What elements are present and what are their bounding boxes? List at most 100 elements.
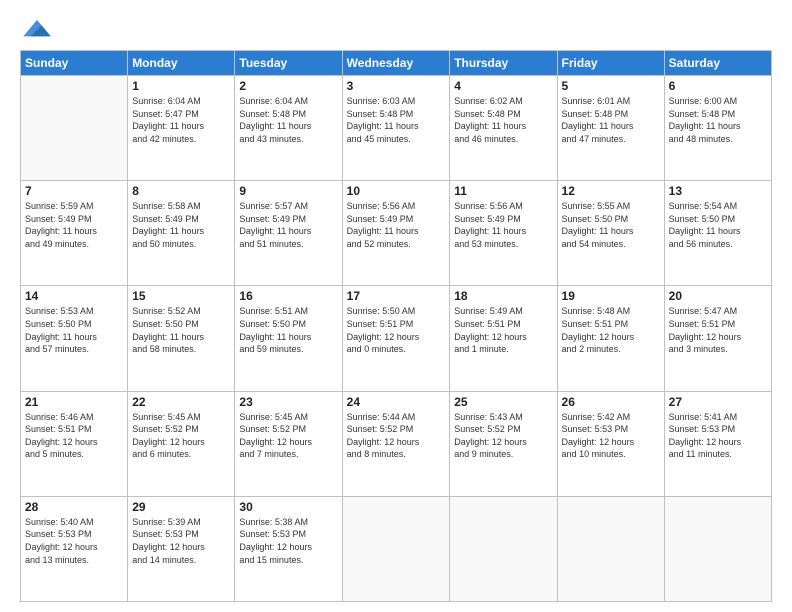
calendar-header: SundayMondayTuesdayWednesdayThursdayFrid…: [21, 51, 772, 76]
day-info: Sunrise: 6:01 AM Sunset: 5:48 PM Dayligh…: [562, 95, 660, 145]
calendar-cell: 1 Sunrise: 6:04 AM Sunset: 5:47 PM Daylig…: [128, 76, 235, 181]
day-info: Sunrise: 5:42 AM Sunset: 5:53 PM Dayligh…: [562, 411, 660, 461]
day-info: Sunrise: 5:58 AM Sunset: 5:49 PM Dayligh…: [132, 200, 230, 250]
day-info: Sunrise: 5:46 AM Sunset: 5:51 PM Dayligh…: [25, 411, 123, 461]
weekday-header-monday: Monday: [128, 51, 235, 76]
calendar-week-5: 28 Sunrise: 5:40 AM Sunset: 5:53 PM Dayli…: [21, 496, 772, 601]
day-number: 20: [669, 289, 767, 303]
day-info: Sunrise: 5:51 AM Sunset: 5:50 PM Dayligh…: [239, 305, 337, 355]
day-info: Sunrise: 5:49 AM Sunset: 5:51 PM Dayligh…: [454, 305, 552, 355]
day-info: Sunrise: 5:52 AM Sunset: 5:50 PM Dayligh…: [132, 305, 230, 355]
calendar-cell: 22 Sunrise: 5:45 AM Sunset: 5:52 PM Dayli…: [128, 391, 235, 496]
day-info: Sunrise: 5:45 AM Sunset: 5:52 PM Dayligh…: [239, 411, 337, 461]
calendar-cell: 24Sunrise: 5:44 AM Sunset: 5:52 PM Dayli…: [342, 391, 450, 496]
calendar-cell: 25 Sunrise: 5:43 AM Sunset: 5:52 PM Dayli…: [450, 391, 557, 496]
calendar-cell: [557, 496, 664, 601]
day-number: 4: [454, 79, 552, 93]
calendar-cell: 19Sunrise: 5:48 AM Sunset: 5:51 PM Dayli…: [557, 286, 664, 391]
day-number: 9: [239, 184, 337, 198]
day-info: Sunrise: 5:45 AM Sunset: 5:52 PM Dayligh…: [132, 411, 230, 461]
day-number: 1: [132, 79, 230, 93]
day-info: Sunrise: 5:39 AM Sunset: 5:53 PM Dayligh…: [132, 516, 230, 566]
calendar-week-1: 1 Sunrise: 6:04 AM Sunset: 5:47 PM Daylig…: [21, 76, 772, 181]
day-number: 10: [347, 184, 446, 198]
day-info: Sunrise: 5:53 AM Sunset: 5:50 PM Dayligh…: [25, 305, 123, 355]
day-number: 3: [347, 79, 446, 93]
calendar-body: 1 Sunrise: 6:04 AM Sunset: 5:47 PM Daylig…: [21, 76, 772, 602]
day-info: Sunrise: 6:00 AM Sunset: 5:48 PM Dayligh…: [669, 95, 767, 145]
weekday-row: SundayMondayTuesdayWednesdayThursdayFrid…: [21, 51, 772, 76]
calendar-cell: [664, 496, 771, 601]
day-number: 28: [25, 500, 123, 514]
weekday-header-friday: Friday: [557, 51, 664, 76]
day-number: 18: [454, 289, 552, 303]
day-info: Sunrise: 5:54 AM Sunset: 5:50 PM Dayligh…: [669, 200, 767, 250]
day-number: 6: [669, 79, 767, 93]
day-info: Sunrise: 6:04 AM Sunset: 5:47 PM Dayligh…: [132, 95, 230, 145]
calendar-cell: 28 Sunrise: 5:40 AM Sunset: 5:53 PM Dayli…: [21, 496, 128, 601]
calendar-cell: 8 Sunrise: 5:58 AM Sunset: 5:49 PM Daylig…: [128, 181, 235, 286]
calendar-cell: 16Sunrise: 5:51 AM Sunset: 5:50 PM Dayli…: [235, 286, 342, 391]
day-number: 29: [132, 500, 230, 514]
calendar-cell: 12 Sunrise: 5:55 AM Sunset: 5:50 PM Dayli…: [557, 181, 664, 286]
calendar-cell: 9 Sunrise: 5:57 AM Sunset: 5:49 PM Daylig…: [235, 181, 342, 286]
calendar-cell: 13 Sunrise: 5:54 AM Sunset: 5:50 PM Dayli…: [664, 181, 771, 286]
day-number: 11: [454, 184, 552, 198]
calendar-week-2: 7 Sunrise: 5:59 AM Sunset: 5:49 PM Daylig…: [21, 181, 772, 286]
calendar-cell: 21 Sunrise: 5:46 AM Sunset: 5:51 PM Dayli…: [21, 391, 128, 496]
day-number: 17: [347, 289, 446, 303]
day-number: 8: [132, 184, 230, 198]
day-info: Sunrise: 5:55 AM Sunset: 5:50 PM Dayligh…: [562, 200, 660, 250]
calendar-cell: 14 Sunrise: 5:53 AM Sunset: 5:50 PM Dayli…: [21, 286, 128, 391]
calendar-cell: 27 Sunrise: 5:41 AM Sunset: 5:53 PM Dayli…: [664, 391, 771, 496]
day-number: 23: [239, 395, 337, 409]
day-number: 22: [132, 395, 230, 409]
calendar-cell: 10 Sunrise: 5:56 AM Sunset: 5:49 PM Dayli…: [342, 181, 450, 286]
logo-icon: [23, 18, 51, 40]
calendar-cell: 7 Sunrise: 5:59 AM Sunset: 5:49 PM Daylig…: [21, 181, 128, 286]
calendar-cell: 4 Sunrise: 6:02 AM Sunset: 5:48 PM Daylig…: [450, 76, 557, 181]
weekday-header-tuesday: Tuesday: [235, 51, 342, 76]
calendar-cell: 5 Sunrise: 6:01 AM Sunset: 5:48 PM Daylig…: [557, 76, 664, 181]
logo: [20, 18, 51, 40]
day-info: Sunrise: 5:40 AM Sunset: 5:53 PM Dayligh…: [25, 516, 123, 566]
day-number: 25: [454, 395, 552, 409]
day-info: Sunrise: 5:56 AM Sunset: 5:49 PM Dayligh…: [347, 200, 446, 250]
calendar-cell: 23 Sunrise: 5:45 AM Sunset: 5:52 PM Dayli…: [235, 391, 342, 496]
day-number: 26: [562, 395, 660, 409]
day-number: 21: [25, 395, 123, 409]
day-number: 14: [25, 289, 123, 303]
header: [20, 18, 772, 40]
weekday-header-saturday: Saturday: [664, 51, 771, 76]
day-number: 7: [25, 184, 123, 198]
calendar-cell: 17 Sunrise: 5:50 AM Sunset: 5:51 PM Dayli…: [342, 286, 450, 391]
day-info: Sunrise: 5:43 AM Sunset: 5:52 PM Dayligh…: [454, 411, 552, 461]
calendar-cell: 6 Sunrise: 6:00 AM Sunset: 5:48 PM Daylig…: [664, 76, 771, 181]
calendar-cell: 26 Sunrise: 5:42 AM Sunset: 5:53 PM Dayli…: [557, 391, 664, 496]
weekday-header-sunday: Sunday: [21, 51, 128, 76]
calendar-cell: 30Sunrise: 5:38 AM Sunset: 5:53 PM Dayli…: [235, 496, 342, 601]
calendar-cell: 3Sunrise: 6:03 AM Sunset: 5:48 PM Daylig…: [342, 76, 450, 181]
day-info: Sunrise: 5:47 AM Sunset: 5:51 PM Dayligh…: [669, 305, 767, 355]
day-number: 2: [239, 79, 337, 93]
day-info: Sunrise: 5:57 AM Sunset: 5:49 PM Dayligh…: [239, 200, 337, 250]
day-info: Sunrise: 5:59 AM Sunset: 5:49 PM Dayligh…: [25, 200, 123, 250]
calendar-week-3: 14 Sunrise: 5:53 AM Sunset: 5:50 PM Dayli…: [21, 286, 772, 391]
day-number: 27: [669, 395, 767, 409]
day-info: Sunrise: 5:50 AM Sunset: 5:51 PM Dayligh…: [347, 305, 446, 355]
day-number: 13: [669, 184, 767, 198]
calendar-cell: 15Sunrise: 5:52 AM Sunset: 5:50 PM Dayli…: [128, 286, 235, 391]
calendar-cell: [342, 496, 450, 601]
calendar-cell: 18 Sunrise: 5:49 AM Sunset: 5:51 PM Dayli…: [450, 286, 557, 391]
weekday-header-thursday: Thursday: [450, 51, 557, 76]
day-info: Sunrise: 5:38 AM Sunset: 5:53 PM Dayligh…: [239, 516, 337, 566]
day-info: Sunrise: 5:56 AM Sunset: 5:49 PM Dayligh…: [454, 200, 552, 250]
day-number: 12: [562, 184, 660, 198]
calendar-table: SundayMondayTuesdayWednesdayThursdayFrid…: [20, 50, 772, 602]
calendar-week-4: 21 Sunrise: 5:46 AM Sunset: 5:51 PM Dayli…: [21, 391, 772, 496]
day-number: 5: [562, 79, 660, 93]
day-info: Sunrise: 6:04 AM Sunset: 5:48 PM Dayligh…: [239, 95, 337, 145]
day-info: Sunrise: 6:02 AM Sunset: 5:48 PM Dayligh…: [454, 95, 552, 145]
calendar-cell: 11 Sunrise: 5:56 AM Sunset: 5:49 PM Dayli…: [450, 181, 557, 286]
day-info: Sunrise: 5:41 AM Sunset: 5:53 PM Dayligh…: [669, 411, 767, 461]
